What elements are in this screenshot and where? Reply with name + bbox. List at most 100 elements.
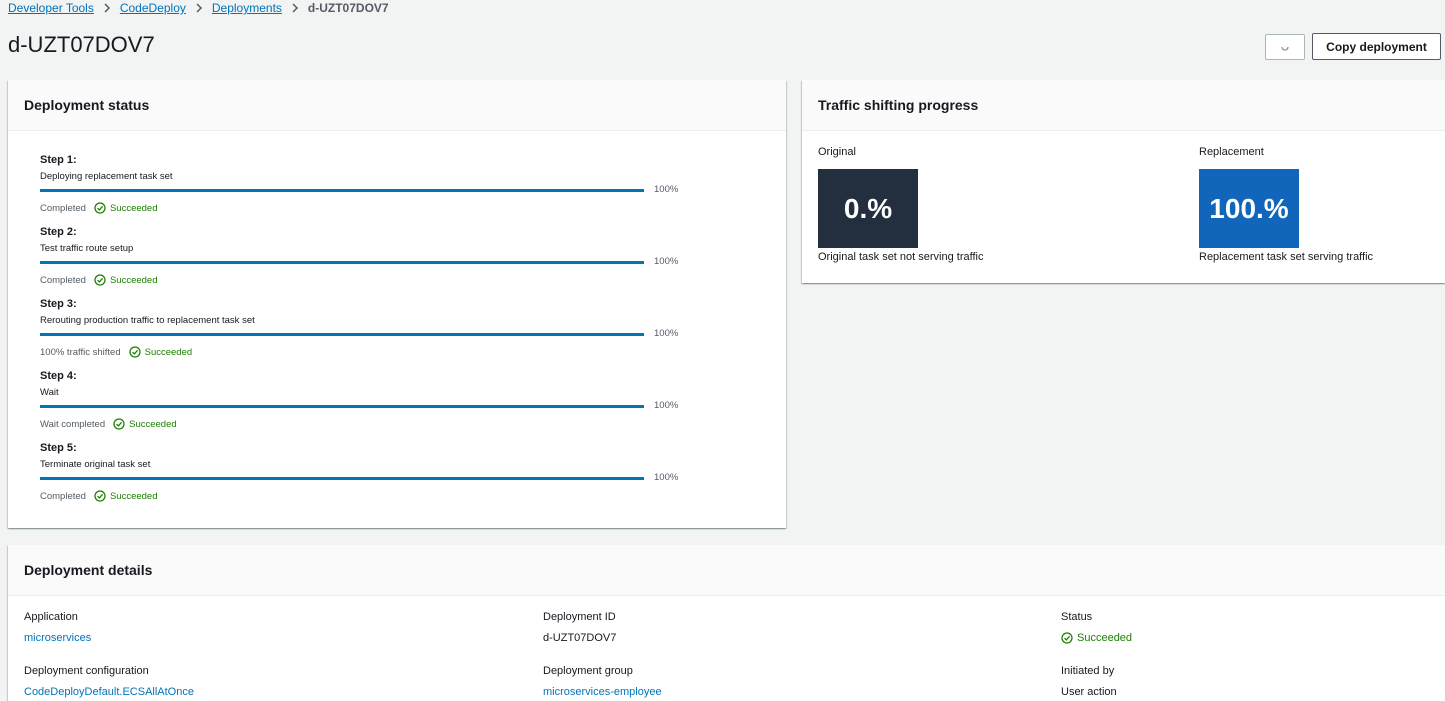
original-traffic: Original 0.% Original task set not servi… (818, 146, 983, 263)
step-item: Step 4: Wait 100% Wait completed Succeed… (40, 368, 740, 440)
traffic-shifting-title: Traffic shifting progress (802, 80, 1445, 131)
progress-bar (40, 189, 644, 192)
status-badge: Succeeded (1061, 632, 1132, 644)
breadcrumb: Developer Tools CodeDeploy Deployments d… (8, 0, 389, 16)
progress-bar (40, 333, 644, 336)
chevron-right-icon (291, 3, 299, 13)
status-result: Succeeded (109, 274, 158, 286)
progress-percent: 100% (654, 400, 679, 411)
check-circle-icon (1061, 632, 1073, 644)
step-status-text: 100% traffic shifted (40, 346, 121, 358)
step-status: Completed Succeeded (40, 490, 158, 502)
traffic-shifting-panel: Traffic shifting progress Original 0.% O… (802, 80, 1445, 283)
breadcrumb-developer-tools[interactable]: Developer Tools (8, 1, 94, 15)
steps-list: Step 1: Deploying replacement task set 1… (40, 152, 740, 512)
step-description: Test traffic route setup (40, 243, 134, 254)
progress-percent: 100% (654, 184, 679, 195)
progress-bar (40, 477, 644, 480)
check-circle-icon (128, 346, 141, 358)
step-title: Step 2: (40, 226, 77, 238)
application-label: Application (24, 611, 78, 623)
check-circle-icon (94, 202, 106, 214)
status-badge: Succeeded (113, 418, 177, 430)
progress-percent: 100% (654, 256, 679, 267)
initiated-by-field: Initiated by User action (1061, 665, 1117, 698)
status-badge: Succeeded (94, 490, 158, 502)
deployment-group-label: Deployment group (543, 665, 633, 677)
step-title: Step 4: (40, 370, 77, 382)
refresh-button[interactable] (1265, 34, 1305, 60)
step-item: Step 1: Deploying replacement task set 1… (40, 152, 740, 224)
step-description: Terminate original task set (40, 459, 151, 470)
deployment-group-link[interactable]: microservices-employee (543, 686, 662, 698)
check-circle-icon (94, 274, 106, 286)
check-circle-icon (113, 418, 125, 430)
chevron-right-icon (103, 3, 111, 13)
step-status: Completed Succeeded (40, 274, 158, 286)
status-badge: Succeeded (128, 346, 193, 358)
step-status-text: Completed (40, 490, 86, 502)
deployment-details-panel: Deployment details Application microserv… (8, 545, 1445, 701)
step-status-text: Completed (40, 274, 86, 286)
status-result: Succeeded (144, 346, 193, 358)
replacement-percent-box: 100.% (1199, 169, 1299, 248)
step-description: Rerouting production traffic to replacem… (40, 315, 255, 326)
progress-bar (40, 261, 644, 264)
deployment-id-label: Deployment ID (543, 611, 616, 623)
step-description: Deploying replacement task set (40, 171, 173, 182)
step-title: Step 1: (40, 154, 77, 166)
step-status-text: Wait completed (40, 418, 106, 430)
initiated-by-value: User action (1061, 686, 1117, 698)
deployment-configuration-link[interactable]: CodeDeployDefault.ECSAllAtOnce (24, 686, 194, 698)
step-item: Step 5: Terminate original task set 100%… (40, 440, 740, 512)
original-label: Original (818, 146, 856, 158)
step-status-text: Completed (40, 202, 86, 214)
step-item: Step 2: Test traffic route setup 100% Co… (40, 224, 740, 296)
step-title: Step 5: (40, 442, 77, 454)
breadcrumb-deployments[interactable]: Deployments (212, 1, 282, 15)
copy-deployment-button[interactable]: Copy deployment (1312, 33, 1441, 60)
replacement-traffic: Replacement 100.% Replacement task set s… (1199, 146, 1373, 263)
status-badge: Succeeded (94, 202, 158, 214)
original-percent-box: 0.% (818, 169, 918, 248)
status-result: Succeeded (129, 418, 177, 430)
refresh-icon (1280, 40, 1290, 55)
replacement-label: Replacement (1199, 146, 1264, 158)
initiated-by-label: Initiated by (1061, 665, 1115, 677)
check-circle-icon (94, 490, 106, 502)
status-result: Succeeded (109, 202, 158, 214)
application-field: Application microservices (24, 611, 91, 644)
replacement-caption: Replacement task set serving traffic (1199, 251, 1374, 263)
status-result: Succeeded (109, 490, 158, 502)
deployment-id-field: Deployment ID d-UZT07DOV7 (543, 611, 616, 644)
breadcrumb-current: d-UZT07DOV7 (307, 1, 389, 15)
progress-fill (40, 261, 644, 264)
step-status: Wait completed Succeeded (40, 418, 177, 430)
status-value: Succeeded (1077, 632, 1133, 644)
deployment-details-title: Deployment details (8, 545, 1445, 596)
progress-percent: 100% (654, 328, 679, 339)
status-label: Status (1061, 611, 1093, 623)
deployment-id-value: d-UZT07DOV7 (543, 632, 617, 644)
breadcrumb-codedeploy[interactable]: CodeDeploy (120, 1, 186, 15)
deployment-configuration-field: Deployment configuration CodeDeployDefau… (24, 665, 194, 698)
step-status: 100% traffic shifted Succeeded (40, 346, 192, 358)
step-description: Wait (40, 387, 59, 398)
status-field: Status Succeeded (1061, 611, 1132, 647)
deployment-configuration-label: Deployment configuration (24, 665, 149, 677)
progress-fill (40, 477, 644, 480)
step-status: Completed Succeeded (40, 202, 158, 214)
deployment-group-field: Deployment group microservices-employee (543, 665, 662, 698)
deployment-status-title: Deployment status (8, 80, 786, 131)
progress-fill (40, 333, 644, 336)
progress-percent: 100% (654, 472, 679, 483)
original-caption: Original task set not serving traffic (818, 251, 984, 263)
progress-fill (40, 405, 644, 408)
progress-fill (40, 189, 644, 192)
step-title: Step 3: (40, 298, 77, 310)
page-title: d-UZT07DOV7 (8, 32, 155, 57)
chevron-right-icon (195, 3, 203, 13)
status-badge: Succeeded (94, 274, 158, 286)
application-link[interactable]: microservices (24, 632, 91, 644)
step-item: Step 3: Rerouting production traffic to … (40, 296, 740, 368)
